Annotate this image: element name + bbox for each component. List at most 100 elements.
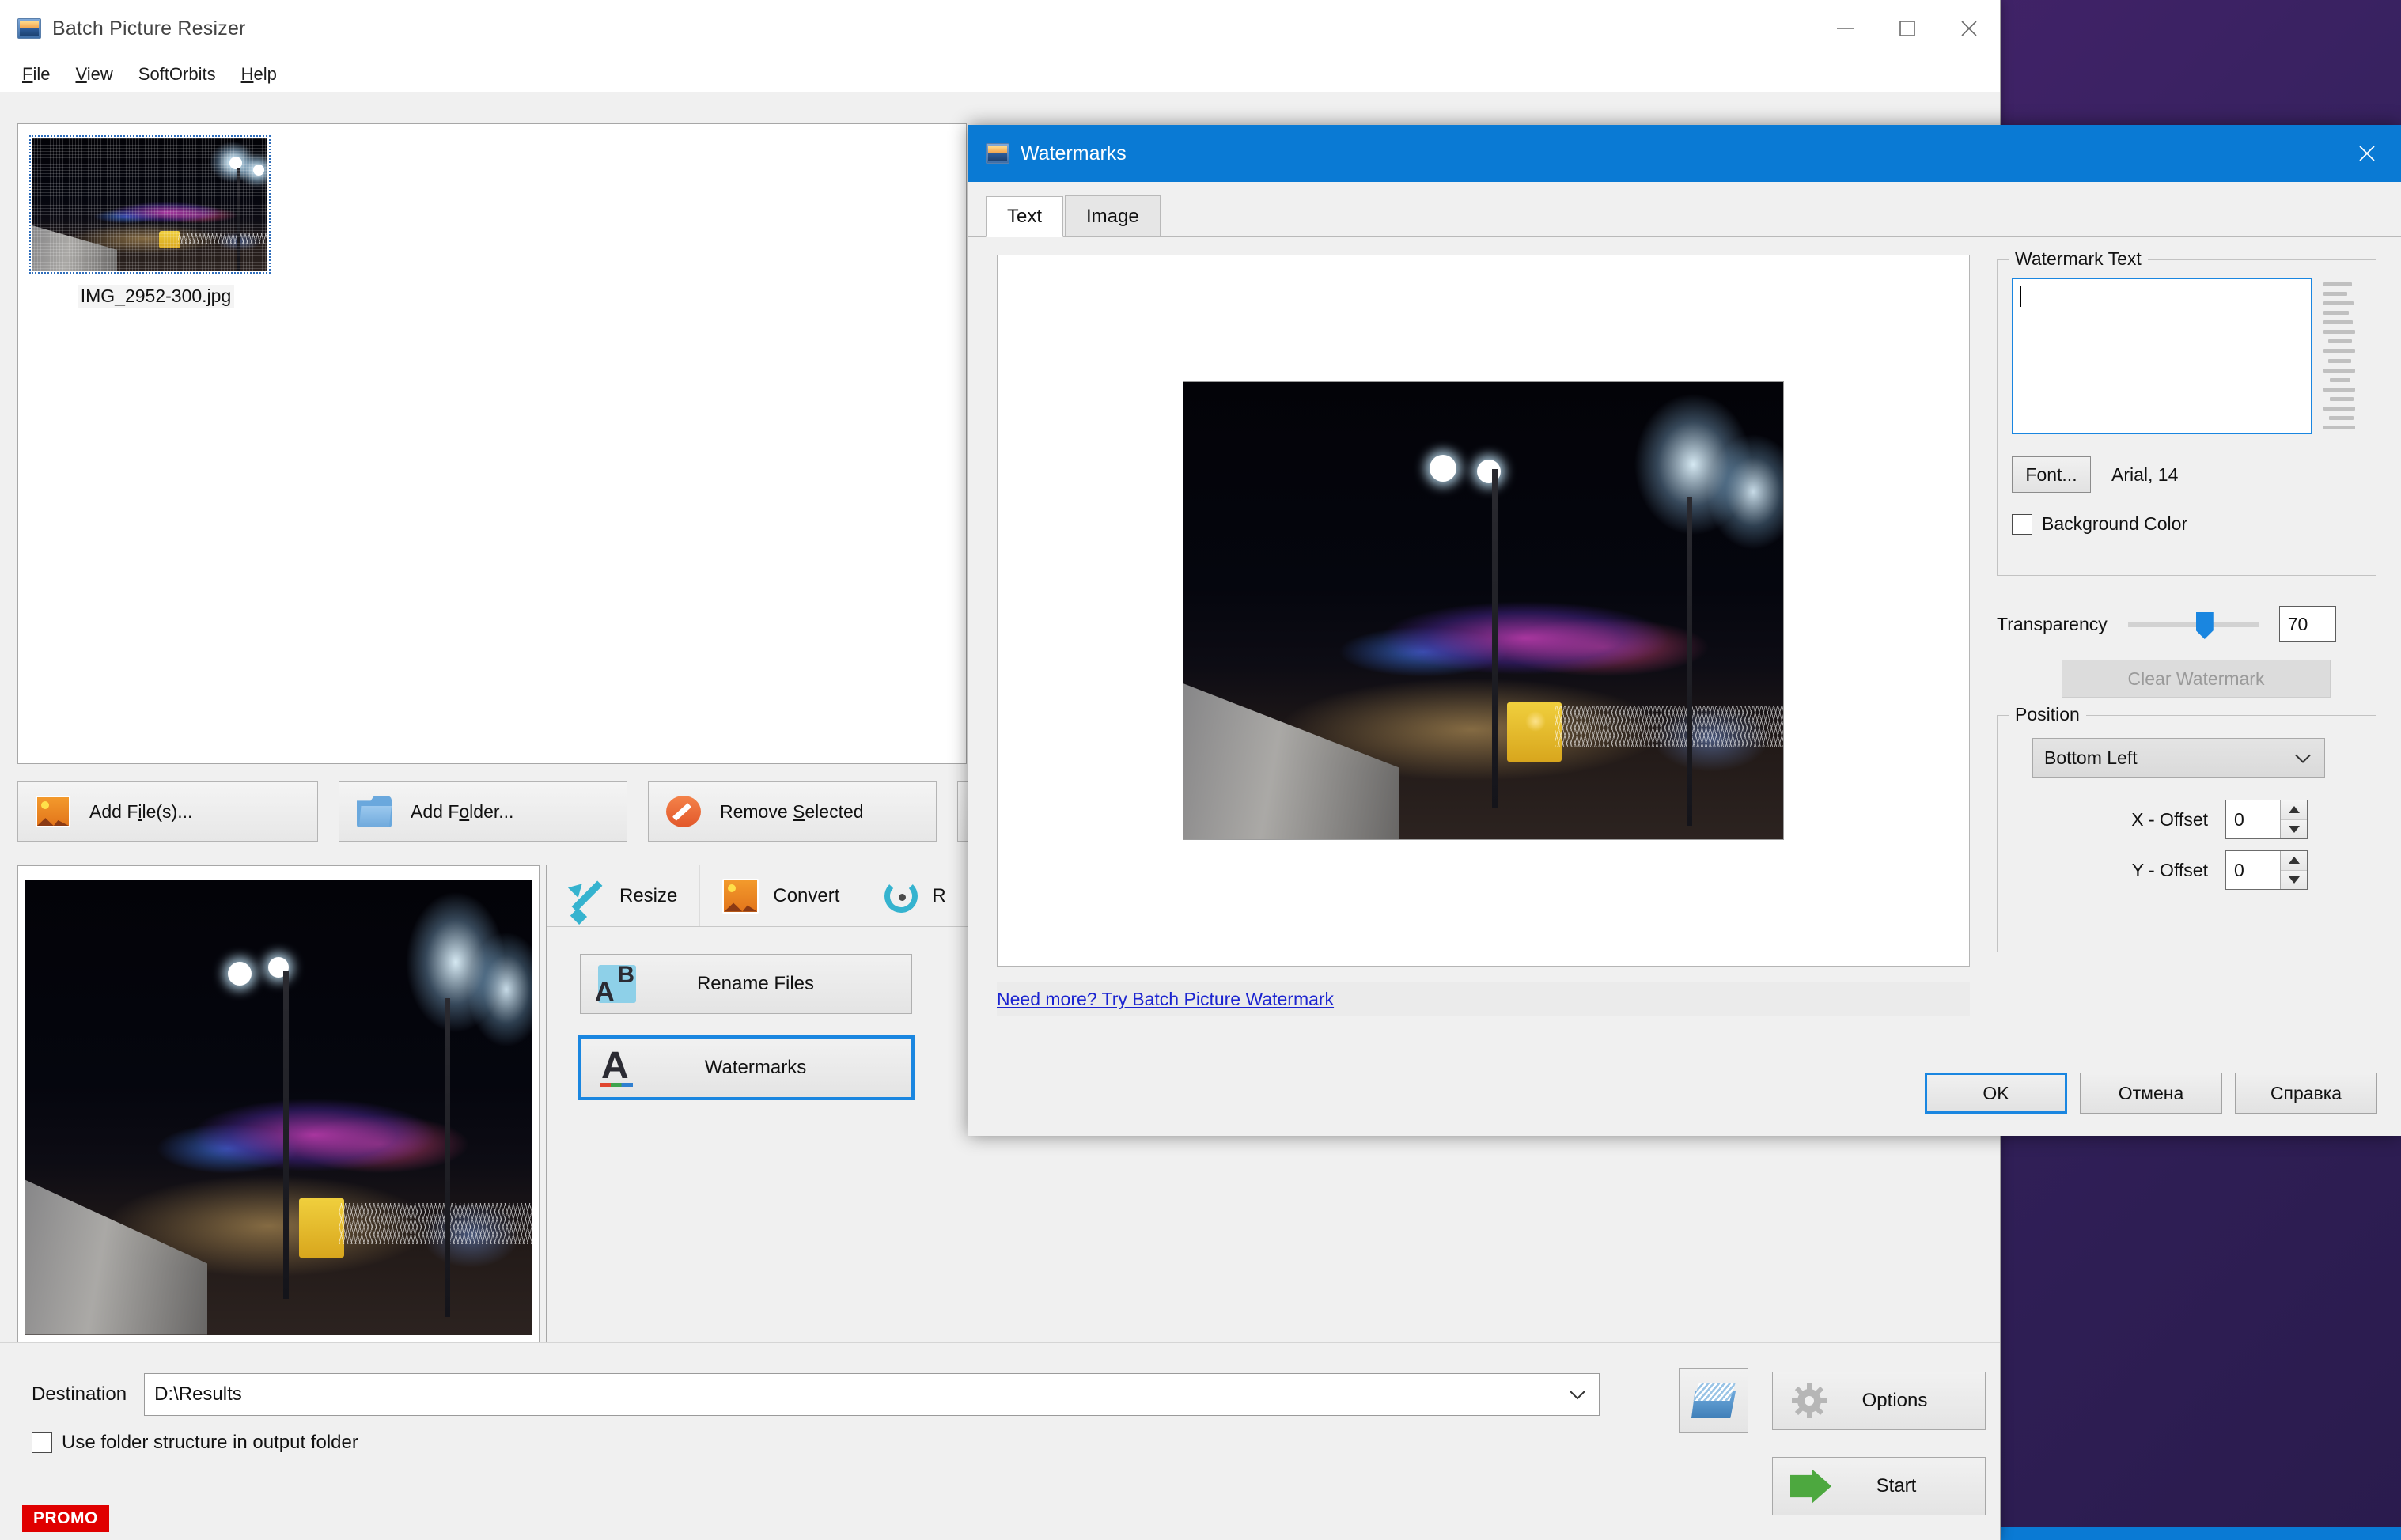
app-picture-icon xyxy=(986,143,1009,164)
tab-text[interactable]: Text xyxy=(986,196,1064,237)
menu-item-view[interactable]: View xyxy=(62,59,125,89)
destination-input[interactable]: D:\Results xyxy=(144,1373,1600,1416)
remove-icon xyxy=(666,796,701,827)
watermarks-button[interactable]: Watermarks xyxy=(578,1035,915,1100)
options-button[interactable]: Options xyxy=(1772,1372,1986,1430)
menu-bar: FFileile View SoftOrbits Help xyxy=(0,57,2000,92)
thumbnail-box[interactable] xyxy=(29,135,271,274)
position-select[interactable]: Bottom Left xyxy=(2032,738,2325,778)
tab-image[interactable]: Image xyxy=(1065,195,1161,236)
background-color-label: Background Color xyxy=(2042,513,2188,534)
browse-folder-icon xyxy=(1691,1383,1736,1418)
app-picture-icon xyxy=(17,18,41,39)
x-offset-label: X - Offset xyxy=(2131,808,2208,830)
y-offset-increment[interactable] xyxy=(2281,851,2307,870)
rename-ab-icon xyxy=(595,962,636,1008)
y-offset-stepper[interactable]: 0 xyxy=(2225,850,2308,890)
browse-folder-button[interactable] xyxy=(1679,1368,1748,1433)
x-offset-stepper[interactable]: 0 xyxy=(2225,800,2308,839)
preview-image xyxy=(25,880,532,1335)
remove-selected-label: Remove Selected xyxy=(720,800,864,822)
tab-resize-label: Resize xyxy=(619,884,678,906)
need-more-bar: Need more? Try Batch Picture Watermark xyxy=(997,982,1970,1016)
gear-icon xyxy=(1790,1382,1828,1420)
destination-row: Destination D:\Results xyxy=(32,1373,1600,1416)
promo-badge[interactable]: PROMO xyxy=(22,1505,109,1532)
options-label: Options xyxy=(1861,1390,1928,1411)
font-value: Arial, 14 xyxy=(2111,464,2179,485)
help-button[interactable]: Справка xyxy=(2235,1073,2377,1114)
add-files-label: Add File(s)... xyxy=(89,800,193,822)
dialog-title: Watermarks xyxy=(1021,142,1127,165)
transparency-value-input[interactable]: 70 xyxy=(2278,606,2336,642)
add-folder-button[interactable]: Add Folder... xyxy=(339,781,627,842)
close-icon[interactable] xyxy=(1938,0,2000,57)
close-icon[interactable] xyxy=(2333,125,2401,182)
minimize-icon[interactable] xyxy=(1815,0,1876,57)
file-toolbar: Add File(s)... Add Folder... Remove Sele… xyxy=(17,781,1115,842)
watermark-text-group-title: Watermark Text xyxy=(2009,248,2148,270)
folder-icon xyxy=(357,796,392,827)
slider-track xyxy=(2127,622,2259,627)
green-arrow-icon xyxy=(1790,1469,1831,1504)
watermark-text-group: Watermark Text Font... Arial, 14 Backgro… xyxy=(1997,248,2376,576)
watermark-text-input[interactable] xyxy=(2012,278,2312,434)
start-button[interactable]: Start xyxy=(1772,1457,1986,1515)
use-folder-structure-label: Use folder structure in output folder xyxy=(62,1432,358,1453)
maximize-icon[interactable] xyxy=(1876,0,1938,57)
list-item[interactable]: IMG_2952-300.jpg xyxy=(29,135,282,308)
remove-selected-button[interactable]: Remove Selected xyxy=(648,781,937,842)
cancel-button[interactable]: Отмена xyxy=(2080,1073,2222,1114)
watermark-preview-image xyxy=(1183,381,1784,840)
file-list[interactable]: IMG_2952-300.jpg xyxy=(17,123,967,764)
image-preview-pane xyxy=(17,865,540,1349)
x-offset-decrement[interactable] xyxy=(2281,819,2307,838)
y-offset-label: Y - Offset xyxy=(2131,859,2208,880)
rename-files-button[interactable]: Rename Files xyxy=(580,954,912,1014)
dialog-tab-bar: Text Image xyxy=(968,195,2401,237)
taskbar-strip xyxy=(1994,1527,2401,1540)
tab-resize[interactable]: Resize xyxy=(547,865,701,926)
page-title: Batch Picture Resizer xyxy=(52,17,246,40)
watermark-a-icon xyxy=(598,1044,636,1088)
title-bar: Batch Picture Resizer xyxy=(0,0,2000,57)
position-group: Position Bottom Left X - Offset 0 Y - Of… xyxy=(1997,704,2376,952)
resize-arrows-icon xyxy=(569,879,605,914)
y-offset-value[interactable]: 0 xyxy=(2226,851,2280,889)
background-color-checkbox[interactable] xyxy=(2012,513,2032,535)
background-color-row[interactable]: Background Color xyxy=(2012,513,2187,535)
menu-item-softorbits[interactable]: SoftOrbits xyxy=(126,59,229,89)
picture-icon xyxy=(36,796,70,827)
thumbnail-image xyxy=(32,138,267,271)
watermarks-label: Watermarks xyxy=(704,1057,807,1078)
use-folder-structure-checkbox[interactable] xyxy=(32,1432,52,1453)
ok-button[interactable]: OK xyxy=(1925,1073,2067,1114)
rename-files-label: Rename Files xyxy=(696,973,815,994)
x-offset-value[interactable]: 0 xyxy=(2226,800,2280,838)
tab-convert-label: Convert xyxy=(773,884,840,906)
convert-image-icon xyxy=(722,878,759,914)
slider-thumb[interactable] xyxy=(2195,612,2214,639)
clear-watermark-button[interactable]: Clear Watermark xyxy=(2062,660,2331,698)
menu-item-help[interactable]: Help xyxy=(229,59,290,89)
font-button[interactable]: Font... xyxy=(2012,456,2091,493)
y-offset-row: Y - Offset 0 xyxy=(2018,850,2366,890)
chevron-down-icon[interactable] xyxy=(2294,747,2312,769)
bottom-bar: Destination D:\Results Use folder struct… xyxy=(0,1342,2000,1540)
transparency-slider[interactable] xyxy=(2127,612,2259,639)
watermark-preview-frame xyxy=(997,255,1970,967)
tab-convert[interactable]: Convert xyxy=(700,865,863,926)
x-offset-increment[interactable] xyxy=(2281,800,2307,819)
position-group-title: Position xyxy=(2009,704,2086,725)
tab-rotate[interactable]: R xyxy=(862,865,969,926)
add-files-button[interactable]: Add File(s)... xyxy=(17,781,318,842)
menu-item-file[interactable]: FFileile xyxy=(9,59,62,89)
y-offset-decrement[interactable] xyxy=(2281,869,2307,889)
watermarks-dialog: Watermarks Text Image Need more? Try Bat… xyxy=(968,125,2401,1136)
use-folder-structure-row[interactable]: Use folder structure in output folder xyxy=(32,1432,358,1454)
transparency-label: Transparency xyxy=(1997,613,2108,634)
x-offset-row: X - Offset 0 xyxy=(2018,800,2366,839)
dialog-button-row: OK Отмена Справка xyxy=(1925,1073,2377,1114)
need-more-link[interactable]: Need more? Try Batch Picture Watermark xyxy=(997,989,1334,1010)
chevron-down-icon[interactable] xyxy=(1569,1383,1586,1406)
